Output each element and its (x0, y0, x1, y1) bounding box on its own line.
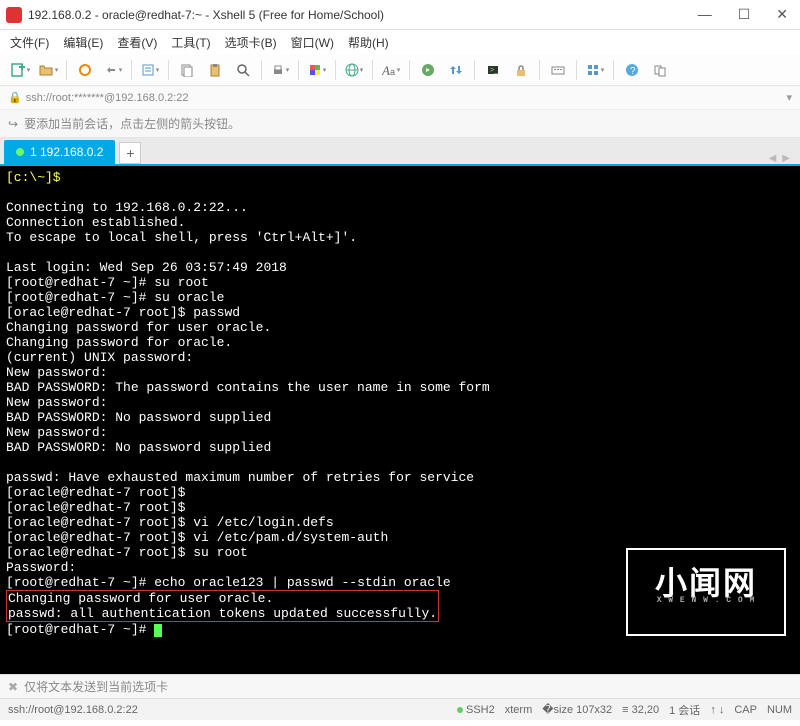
local-prompt: [c:\~]$ (6, 170, 61, 185)
tab-nav: ◀ ▶ (769, 153, 796, 164)
status-num: NUM (767, 704, 792, 716)
svg-text:>_: >_ (490, 67, 498, 74)
add-tab-button[interactable]: + (119, 142, 141, 164)
status-size: �size107x32 (542, 703, 612, 716)
reconnect-button[interactable] (73, 58, 97, 82)
hint-text: 要添加当前会话，点击左侧的箭头按钮。 (24, 115, 240, 132)
window-title: 192.168.0.2 - oracle@redhat-7:~ - Xshell… (28, 8, 692, 22)
svg-text:?: ? (630, 66, 636, 77)
svg-text:a: a (390, 67, 395, 77)
lock-icon: 🔒 (8, 91, 22, 104)
find-button[interactable] (231, 58, 255, 82)
language-button[interactable]: ▾ (342, 58, 366, 82)
tile-button[interactable]: ▾ (583, 58, 607, 82)
menubar: 文件(F) 编辑(E) 查看(V) 工具(T) 选项卡(B) 窗口(W) 帮助(… (0, 30, 800, 54)
hint-bar: ↪ 要添加当前会话，点击左侧的箭头按钮。 (0, 110, 800, 138)
watermark: 小闻网 X W E N W . C O M (626, 548, 786, 636)
watermark-url: X W E N W . C O M (657, 593, 756, 608)
status-term: xterm (505, 704, 533, 716)
close-info-icon[interactable]: ✖ (8, 680, 18, 694)
menu-tabs[interactable]: 选项卡(B) (225, 34, 277, 51)
menu-view[interactable]: 查看(V) (117, 34, 157, 51)
session-prev-icon[interactable]: ↑ (710, 704, 716, 716)
tab-prev-icon[interactable]: ◀ (769, 153, 777, 164)
tab-bar: 1 192.168.0.2 + ◀ ▶ (0, 138, 800, 166)
info-text: 仅将文本发送到当前选项卡 (24, 678, 168, 695)
toolbar: ▾ ▾ ▾ ▾ ▾ ▾ ▾ Aa▾ >_ ▾ ? (0, 54, 800, 86)
highlighted-output: Changing password for user oracle. passw… (6, 590, 439, 622)
lock-button[interactable] (509, 58, 533, 82)
new-session-button[interactable]: ▾ (8, 58, 32, 82)
print-button[interactable]: ▾ (268, 58, 292, 82)
status-dot-icon (16, 148, 24, 156)
terminal-button[interactable]: >_ (481, 58, 505, 82)
status-nav: ↑↓ (710, 704, 724, 716)
copy-button[interactable] (175, 58, 199, 82)
properties-button[interactable]: ▾ (138, 58, 162, 82)
window-titlebar: 192.168.0.2 - oracle@redhat-7:~ - Xshell… (0, 0, 800, 30)
watermark-text: 小闻网 (655, 576, 757, 591)
menu-help[interactable]: 帮助(H) (348, 34, 389, 51)
status-indicator-icon (457, 707, 463, 713)
terminal-output[interactable]: [c:\~]$ Connecting to 192.168.0.2:22... … (0, 166, 800, 674)
transfer-button[interactable] (444, 58, 468, 82)
tab-label: 1 192.168.0.2 (30, 145, 103, 159)
status-sessions: 1 会话 (669, 702, 700, 718)
add-session-arrow-icon[interactable]: ↪ (8, 117, 18, 131)
menu-tools[interactable]: 工具(T) (171, 34, 210, 51)
session-next-icon[interactable]: ↓ (719, 704, 725, 716)
minimize-button[interactable]: — (692, 4, 718, 25)
status-connection: ssh://root@192.168.0.2:22 (8, 704, 138, 716)
menu-edit[interactable]: 编辑(E) (63, 34, 103, 51)
menu-window[interactable]: 窗口(W) (291, 34, 334, 51)
paste-button[interactable] (203, 58, 227, 82)
address-bar[interactable]: 🔒 ssh://root:*******@192.168.0.2:22 ▾ (0, 86, 800, 110)
address-text: ssh://root:*******@192.168.0.2:22 (26, 92, 189, 104)
terminal-cursor (154, 624, 162, 637)
app-icon (6, 7, 22, 23)
status-ssh: SSH2 (457, 704, 495, 716)
disconnect-button[interactable]: ▾ (101, 58, 125, 82)
open-button[interactable]: ▾ (36, 58, 60, 82)
close-button[interactable]: ✕ (770, 4, 794, 25)
maximize-button[interactable]: ☐ (732, 4, 757, 25)
font-button[interactable]: Aa▾ (379, 58, 403, 82)
svg-text:A: A (382, 63, 390, 77)
color-scheme-button[interactable]: ▾ (305, 58, 329, 82)
status-cap: CAP (734, 704, 757, 716)
tab-next-icon[interactable]: ▶ (782, 153, 790, 164)
dropdown-icon[interactable]: ▾ (786, 91, 792, 104)
info-bar: ✖ 仅将文本发送到当前选项卡 (0, 674, 800, 698)
keyboard-button[interactable] (546, 58, 570, 82)
status-pos: ≡32,20 (622, 704, 659, 716)
session-tab[interactable]: 1 192.168.0.2 (4, 140, 115, 164)
menu-file[interactable]: 文件(F) (10, 34, 49, 51)
status-bar: ssh://root@192.168.0.2:22 SSH2 xterm �si… (0, 698, 800, 720)
tabswitch-button[interactable] (648, 58, 672, 82)
help-button[interactable]: ? (620, 58, 644, 82)
script-button[interactable] (416, 58, 440, 82)
